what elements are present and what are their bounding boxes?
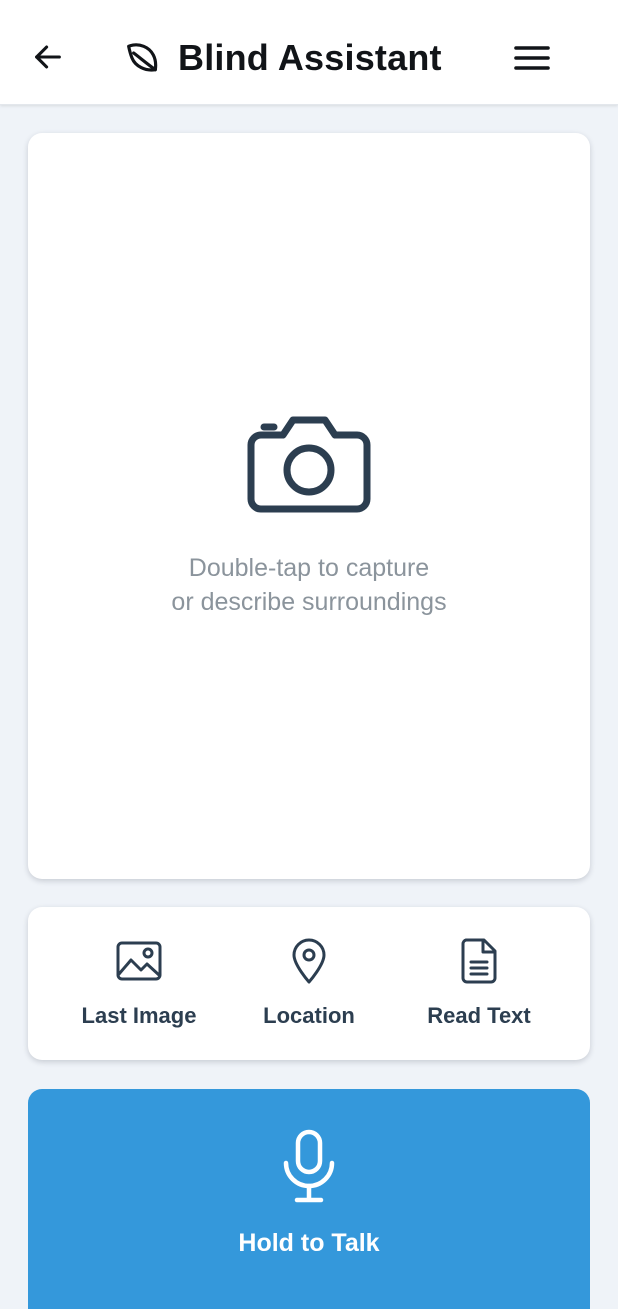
location-button[interactable]: Location <box>224 937 394 1037</box>
arrow-left-icon <box>35 45 61 69</box>
brand: Blind Assistant <box>122 34 442 82</box>
menu-button[interactable] <box>508 36 556 80</box>
read-text-button[interactable]: Read Text <box>394 937 564 1037</box>
hold-to-talk-label: Hold to Talk <box>238 1229 380 1257</box>
camera-hint-line-2: or describe surroundings <box>171 588 447 616</box>
hold-to-talk-button[interactable]: Hold to Talk <box>28 1089 590 1309</box>
read-text-label: Read Text <box>427 1003 531 1028</box>
camera-icon <box>247 416 371 513</box>
camera-capture-area[interactable]: Double-tap to capture or describe surrou… <box>28 133 590 879</box>
last-image-button[interactable]: Last Image <box>54 937 224 1037</box>
image-icon <box>115 937 163 985</box>
document-icon <box>455 937 503 985</box>
quick-actions-bar: Last Image Location Read Text <box>28 907 590 1060</box>
microphone-icon <box>283 1129 335 1203</box>
camera-hint: Double-tap to capture or describe surrou… <box>28 551 590 619</box>
leaf-icon <box>122 38 162 78</box>
hamburger-menu-icon <box>514 46 550 70</box>
last-image-label: Last Image <box>81 1003 197 1028</box>
app-header: Blind Assistant <box>0 0 618 105</box>
location-label: Location <box>263 1003 355 1028</box>
camera-hint-line-1: Double-tap to capture <box>188 554 430 582</box>
map-pin-icon <box>285 937 333 985</box>
app-title: Blind Assistant <box>178 37 442 78</box>
back-button[interactable] <box>26 34 70 80</box>
